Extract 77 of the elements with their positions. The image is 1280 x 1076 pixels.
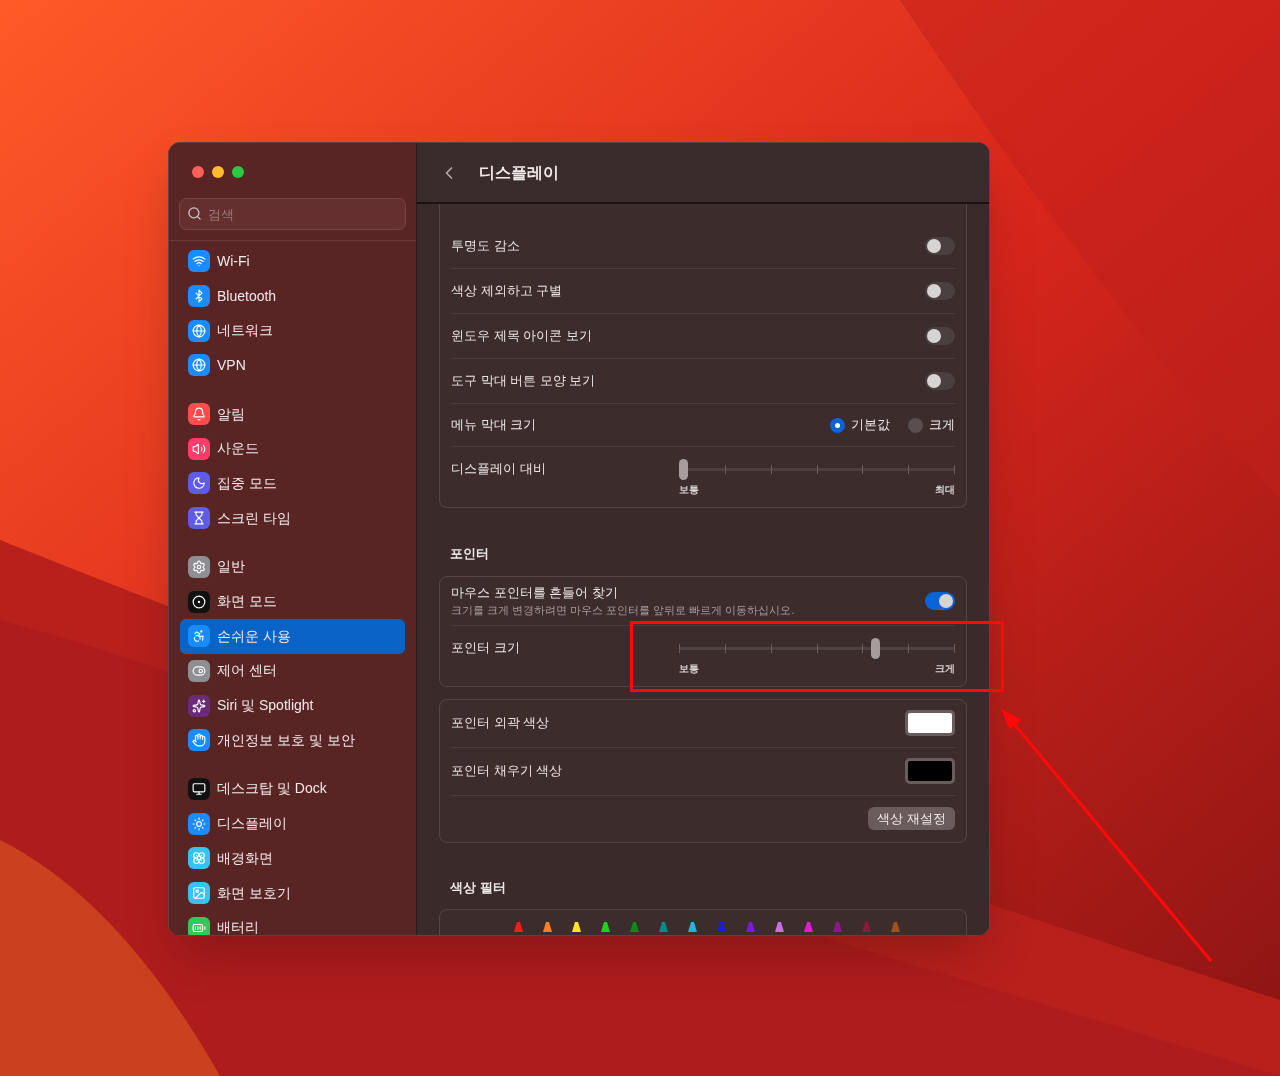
slider-thumb[interactable] — [679, 459, 688, 480]
battery-icon — [188, 916, 210, 935]
setting-label: 디스플레이 대비 — [451, 460, 546, 478]
minimize-button[interactable] — [212, 166, 224, 178]
sidebar-item[interactable]: 집중 모드 — [180, 466, 405, 501]
bluetooth-icon — [188, 285, 210, 308]
sidebar-item[interactable]: 배터리 — [180, 910, 405, 935]
toggle-switch[interactable] — [925, 372, 955, 390]
setting-label: 투명도 감소 — [451, 237, 520, 256]
sidebar-item[interactable]: 디스플레이 — [180, 806, 405, 841]
setting-description: 크기를 크게 변경하려면 마우스 포인터를 앞뒤로 빠르게 이동하십시오. — [451, 603, 795, 618]
sidebar-item[interactable]: 제어 센터 — [180, 653, 405, 689]
setting-label: 포인터 채우기 색상 — [451, 762, 563, 781]
accessibility-icon — [188, 625, 210, 648]
setting-label: 윈도우 제목 아이콘 보기 — [451, 327, 592, 346]
slider-track[interactable] — [679, 637, 955, 658]
slider-max-label: 최대 — [935, 483, 955, 497]
reset-colors-button[interactable]: 색상 재설정 — [868, 807, 955, 830]
window-title: 디스플레이 — [479, 162, 559, 183]
slider-min-label: 보통 — [679, 483, 699, 497]
hand-icon — [188, 729, 210, 752]
setting-label: 포인터 외곽 색상 — [451, 714, 550, 733]
sidebar-item[interactable]: 개인정보 보호 및 보안 — [180, 722, 405, 758]
orb-icon — [188, 694, 210, 717]
speaker-icon — [188, 437, 210, 460]
zoom-button[interactable] — [232, 166, 244, 178]
moon-icon — [188, 472, 210, 495]
wifi-icon — [188, 250, 210, 273]
slider-max-label: 크게 — [935, 661, 955, 676]
sidebar-item[interactable]: 화면 보호기 — [180, 875, 405, 911]
search-field[interactable]: 검색 — [179, 198, 406, 230]
appearance-icon — [188, 590, 210, 613]
dock-icon — [188, 777, 210, 800]
sidebar-item[interactable]: Siri 및 Spotlight — [180, 688, 405, 723]
setting-label: 메뉴 막대 크기 — [451, 416, 537, 435]
slider-track[interactable] — [679, 459, 955, 479]
sidebar-item[interactable]: 손쉬운 사용 — [180, 618, 405, 654]
screensaver-icon — [188, 882, 210, 905]
section-heading: 포인터 — [449, 545, 490, 563]
flower-icon — [188, 847, 210, 870]
switches-icon — [188, 659, 210, 682]
sidebar-item[interactable]: Wi-Fi — [180, 244, 405, 279]
sidebar-item[interactable]: 알림 — [180, 396, 405, 432]
search-icon — [187, 206, 202, 221]
gear-icon — [188, 555, 210, 578]
sun-icon — [188, 812, 210, 835]
color-well[interactable] — [905, 758, 955, 784]
setting-label: 도구 막대 버튼 모양 보기 — [451, 372, 596, 391]
setting-label: 포인터 크기 — [451, 638, 520, 657]
color-well[interactable] — [905, 710, 955, 736]
sidebar-item[interactable]: 화면 모드 — [180, 584, 405, 619]
sidebar-item[interactable]: 일반 — [180, 549, 405, 585]
slider-min-label: 보통 — [679, 661, 699, 676]
section-heading: 색상 필터 — [449, 878, 507, 897]
toggle-switch[interactable] — [925, 591, 955, 610]
globe-icon — [188, 319, 210, 342]
radio-label: 크게 — [929, 416, 955, 435]
radio-button[interactable] — [830, 417, 845, 433]
bell-icon — [188, 403, 210, 426]
toggle-switch[interactable] — [925, 237, 955, 255]
sidebar-item[interactable]: 사운드 — [180, 431, 405, 467]
sidebar-item[interactable]: 데스크탑 및 Dock — [180, 771, 405, 807]
radio-label: 기본값 — [851, 416, 890, 435]
sidebar-item[interactable]: Bluetooth — [180, 278, 405, 314]
setting-label: 마우스 포인터를 흔들어 찾기 — [451, 583, 619, 602]
sidebar-item[interactable]: 스크린 타임 — [180, 500, 405, 536]
sidebar-item[interactable]: 네트워크 — [180, 313, 405, 349]
radio-button[interactable] — [908, 417, 923, 433]
slider-thumb[interactable] — [871, 637, 881, 659]
globe-icon — [188, 354, 210, 377]
hourglass-icon — [188, 507, 210, 530]
close-button[interactable] — [192, 166, 204, 178]
sidebar-item[interactable]: VPN — [180, 348, 405, 383]
setting-label: 색상 제외하고 구별 — [451, 282, 563, 301]
toggle-switch[interactable] — [925, 282, 955, 300]
toggle-switch[interactable] — [925, 327, 955, 345]
sidebar-item[interactable]: 배경화면 — [180, 841, 405, 876]
